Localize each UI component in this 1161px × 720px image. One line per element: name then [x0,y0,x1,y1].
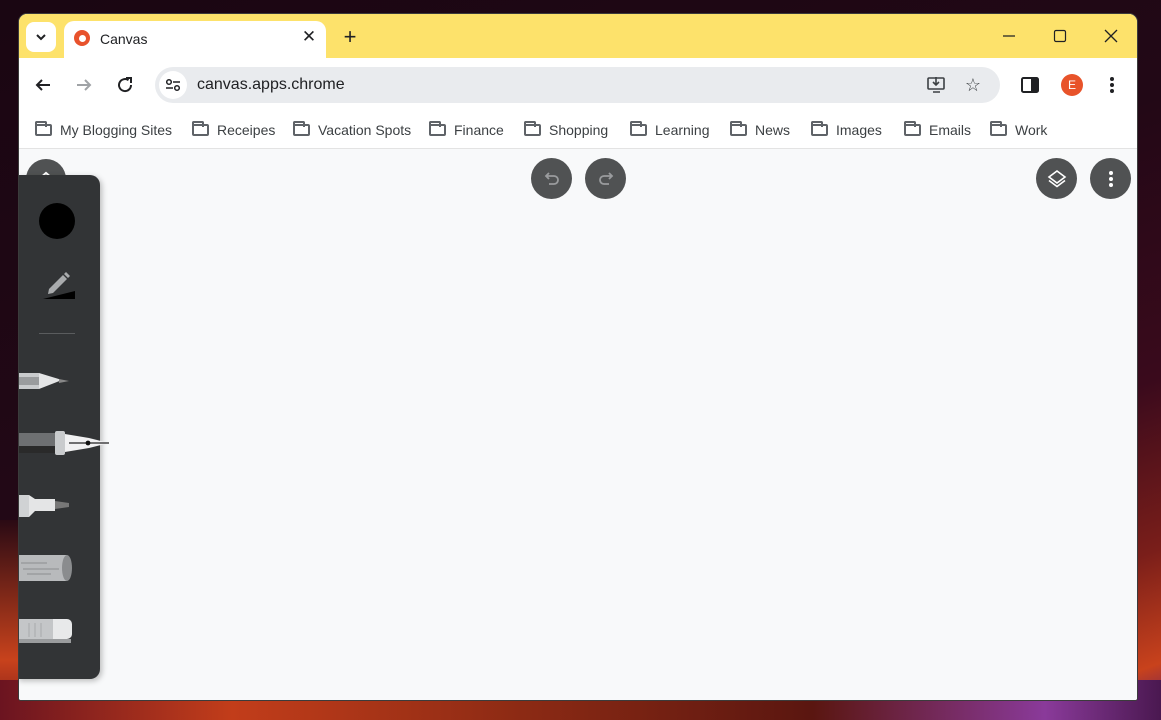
folder-icon [524,121,541,136]
close-tab-button[interactable]: ✕ [298,26,320,48]
install-desktop-icon [927,77,945,93]
tool-pen[interactable] [19,423,117,463]
tab-title: Canvas [100,31,148,47]
bookmarks-bar: My Blogging Sites Receipes Vacation Spot… [19,112,1137,149]
undo-button[interactable] [531,158,572,199]
bookmark-label: Emails [929,122,972,138]
color-picker-button[interactable] [39,203,75,239]
arrow-left-icon [35,79,50,91]
browser-window: Canvas ✕ + canvas.apps.chrome ☆ E My Blo… [19,14,1137,700]
more-vert-icon [1110,77,1114,93]
tool-chalk[interactable] [19,547,117,587]
bookmark-folder[interactable]: Shopping [524,118,608,142]
new-tab-button[interactable]: + [337,24,363,50]
bookmark-label: Shopping [549,122,609,138]
toolbar: canvas.apps.chrome ☆ E [19,58,1137,112]
bookmark-label: Learning [655,122,710,138]
folder-icon [429,121,446,136]
drawing-canvas[interactable] [19,149,1137,700]
reload-button[interactable] [111,71,139,99]
pencil-icon [19,373,69,389]
side-panel-button[interactable] [1017,72,1043,98]
app-menu-button[interactable] [1090,158,1131,199]
close-icon: ✕ [301,27,317,46]
palette-divider [39,333,75,334]
undo-icon [544,171,559,185]
folder-icon [990,121,1007,136]
folder-icon [730,121,747,136]
minimize-button[interactable] [986,22,1032,50]
address-bar[interactable]: canvas.apps.chrome ☆ [155,67,1000,103]
star-icon: ☆ [964,74,982,95]
close-window-button[interactable] [1088,22,1134,50]
fountain-pen-icon [19,431,109,455]
bookmark-label: Finance [454,122,504,138]
bookmark-label: Vacation Spots [318,122,412,138]
folder-icon [35,121,52,136]
pencil-size-icon [43,272,75,299]
bookmark-folder[interactable]: Images [811,118,882,142]
bookmark-label: News [755,122,791,138]
folder-icon [192,121,209,136]
title-bar: Canvas ✕ + [19,14,1137,58]
side-panel-icon [1021,77,1039,93]
bookmark-folder[interactable]: News [730,118,790,142]
bookmark-folder[interactable]: Learning [630,118,710,142]
eraser-icon [19,619,72,643]
folder-icon [293,121,310,136]
bookmark-label: My Blogging Sites [60,122,173,138]
minimize-icon [1003,35,1015,37]
folder-icon [630,121,647,136]
maximize-icon [1053,29,1067,43]
profile-button[interactable]: E [1059,72,1085,98]
redo-button[interactable] [585,158,626,199]
chrome-menu-button[interactable] [1099,72,1125,98]
marker-icon [19,495,69,517]
tab-canvas[interactable]: Canvas ✕ [64,21,326,58]
bookmark-folder[interactable]: Receipes [192,118,275,142]
chevron-down-icon [36,34,46,41]
url-text[interactable]: canvas.apps.chrome [197,76,345,94]
chalk-icon [19,555,72,581]
reload-icon [118,77,133,93]
bookmark-star-button[interactable]: ☆ [961,73,985,97]
tool-eraser[interactable] [19,609,117,649]
forward-button[interactable] [70,71,98,99]
tool-marker[interactable] [19,485,117,525]
bookmark-label: Work [1015,122,1048,138]
tab-search-button[interactable] [26,22,56,52]
install-app-button[interactable] [925,73,949,97]
bookmark-folder[interactable]: Vacation Spots [293,118,411,142]
canvas-app-icon [74,30,90,46]
layers-button[interactable] [1036,158,1077,199]
bookmark-folder[interactable]: My Blogging Sites [35,118,172,142]
site-info-button[interactable] [159,71,187,99]
tool-pencil[interactable] [19,361,117,401]
folder-icon [904,121,921,136]
redo-icon [598,171,613,185]
bookmark-folder[interactable]: Finance [429,118,504,142]
back-button[interactable] [29,71,57,99]
more-vert-icon [1108,170,1113,187]
close-icon [1104,29,1118,43]
layers-icon [1047,169,1066,187]
arrow-right-icon [77,79,92,91]
stroke-size-button[interactable] [39,265,79,305]
bookmark-folder[interactable]: Emails [904,118,971,142]
folder-icon [811,121,828,136]
bookmark-folder[interactable]: Work [990,118,1047,142]
maximize-button[interactable] [1037,22,1083,50]
bookmark-label: Images [836,122,882,138]
avatar: E [1061,74,1083,96]
tool-palette [19,175,109,679]
tune-icon [165,78,181,92]
bookmark-label: Receipes [217,122,276,138]
